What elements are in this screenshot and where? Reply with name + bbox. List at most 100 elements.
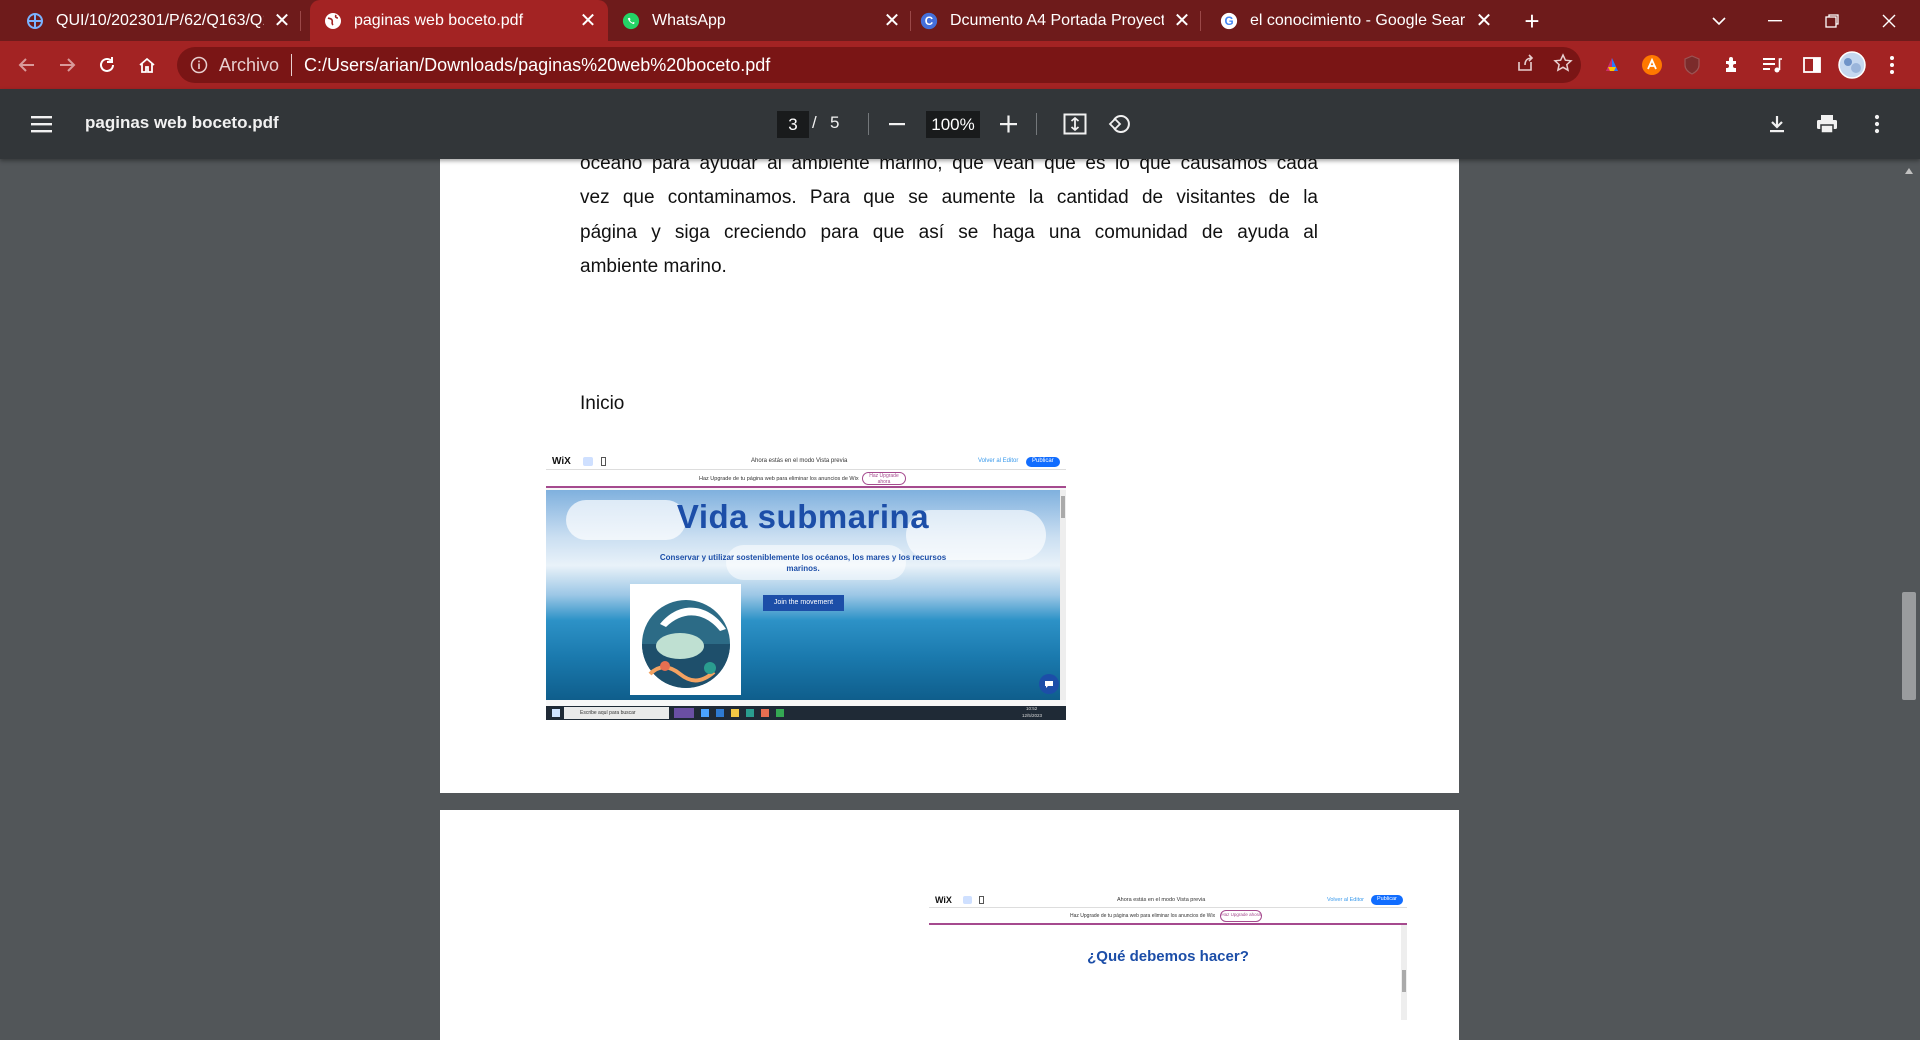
taskbar-app-icon	[674, 708, 694, 718]
close-tab-icon[interactable]: ✕	[1472, 9, 1496, 33]
taskbar-app-icon	[746, 709, 754, 717]
pdf-title: paginas web boceto.pdf	[85, 113, 279, 132]
zoom-out-button[interactable]	[884, 110, 912, 138]
taskbar-app-icon	[701, 709, 709, 717]
tab-whatsapp[interactable]: WhatsApp ✕	[620, 0, 911, 41]
paragraph-line: página y siga creciendo para que así se …	[580, 222, 1318, 243]
close-tab-icon[interactable]: ✕	[1170, 9, 1194, 33]
viewer-scrollbar[interactable]	[1898, 159, 1920, 1020]
toolbar-divider	[868, 113, 869, 135]
star-icon[interactable]	[1553, 53, 1573, 78]
mobile-view-icon	[601, 457, 606, 466]
taskbar-app-icon	[731, 709, 739, 717]
close-tab-icon[interactable]: ✕	[270, 9, 294, 33]
wix-preview-screenshot: WiX Ahora estás en el modo Vista previa …	[546, 454, 1066, 720]
scroll-up-arrow-icon[interactable]	[1903, 163, 1915, 174]
canva-icon: C	[920, 12, 938, 30]
pdf-toolbar: paginas web boceto.pdf 3 / 5 100%	[0, 89, 1920, 159]
windows-start-icon	[552, 709, 560, 717]
reload-button[interactable]	[91, 49, 123, 81]
zoom-input[interactable]: 100%	[926, 111, 980, 138]
close-tab-icon[interactable]: ✕	[880, 9, 904, 33]
page-number-input[interactable]: 3	[777, 111, 809, 138]
hamburger-menu-icon[interactable]	[28, 111, 56, 137]
close-window-button[interactable]	[1862, 0, 1916, 41]
upgrade-message: Haz Upgrade de tu página web para elimin…	[699, 476, 859, 482]
taskbar-app-icon	[761, 709, 769, 717]
svg-text:C: C	[925, 15, 934, 28]
paragraph-line: vez que contaminamos. Para que se aument…	[580, 187, 1318, 208]
minimize-button[interactable]	[1748, 0, 1802, 41]
restore-button[interactable]	[1805, 0, 1859, 41]
tab-qui[interactable]: QUI/10/202301/P/62/Q163/Q163 ✕	[16, 0, 301, 41]
publish-button: Publicar	[1371, 895, 1403, 905]
wix-preview-screenshot-2: WiX Ahora estás en el modo Vista previa …	[929, 893, 1407, 1020]
rotate-icon[interactable]	[1106, 110, 1134, 138]
windows-taskbar: Escribe aquí para buscar 10:52 12/5/2023	[546, 706, 1066, 720]
upgrade-button: Haz Upgrade ahora	[862, 472, 906, 485]
tab-search-icon[interactable]	[1692, 0, 1746, 41]
hero-subtitle: Conservar y utilizar sosteniblemente los…	[659, 553, 947, 573]
tab-title: QUI/10/202301/P/62/Q163/Q163	[56, 11, 264, 29]
chrome-menu-icon[interactable]	[1880, 53, 1904, 77]
file-chip: Archivo	[219, 54, 280, 75]
url-text[interactable]: C:/Users/arian/Downloads/paginas%20web%2…	[304, 55, 770, 76]
upgrade-banner: Haz Upgrade de tu página web para elimin…	[546, 470, 1066, 488]
svg-text:G: G	[1224, 15, 1233, 28]
new-tab-button[interactable]: +	[1516, 6, 1548, 36]
media-control-icon[interactable]	[1760, 53, 1784, 77]
close-tab-icon[interactable]: ✕	[576, 9, 600, 33]
back-button[interactable]	[11, 49, 43, 81]
wix-logo: WiX	[552, 456, 571, 467]
globe-icon	[324, 12, 342, 30]
zoom-in-button[interactable]	[995, 110, 1023, 138]
taskbar-search-text: Escribe aquí para buscar	[580, 710, 636, 716]
info-icon[interactable]	[189, 55, 209, 75]
side-panel-icon[interactable]	[1800, 53, 1824, 77]
join-movement-button: Join the movement	[763, 595, 844, 611]
chat-bubble-icon	[1039, 674, 1059, 694]
section-heading-inicio: Inicio	[580, 393, 625, 414]
generic-site-icon	[26, 12, 44, 30]
tab-canva[interactable]: C Dcumento A4 Portada Proyecto E ✕	[918, 0, 1201, 41]
color-extension-icon[interactable]	[1600, 53, 1624, 77]
browser-toolbar: Archivo C:/Users/arian/Downloads/paginas…	[0, 41, 1920, 89]
whatsapp-icon	[622, 12, 640, 30]
section-heading: ¿Qué debemos hacer?	[1087, 948, 1249, 965]
fit-page-icon[interactable]	[1061, 110, 1089, 138]
shield-extension-icon[interactable]	[1680, 53, 1704, 77]
profile-avatar[interactable]	[1838, 51, 1866, 79]
home-button[interactable]	[131, 49, 163, 81]
tab-title: el conocimiento - Google Search	[1250, 11, 1466, 29]
preview-mode-text: Ahora estás en el modo Vista previa	[751, 458, 848, 464]
preview-scrollbar	[1060, 490, 1066, 700]
print-icon[interactable]	[1813, 110, 1841, 138]
tab-paginas-pdf[interactable]: paginas web boceto.pdf ✕	[310, 0, 608, 41]
tray-time: 10:52	[1026, 706, 1038, 711]
share-icon[interactable]	[1515, 53, 1535, 78]
tab-title: WhatsApp	[652, 11, 726, 29]
wix-top-bar: WiX Ahora estás en el modo Vista previa …	[546, 454, 1066, 470]
whale-illustration-icon	[642, 600, 730, 688]
more-options-icon[interactable]	[1863, 110, 1891, 138]
page-total: 5	[830, 113, 840, 132]
tab-google[interactable]: G el conocimiento - Google Search ✕	[1218, 0, 1502, 41]
upgrade-button: Haz Upgrade ahora	[1220, 910, 1262, 922]
wix-top-bar: WiX Ahora estás en el modo Vista previa …	[929, 893, 1407, 908]
wix-logo: WiX	[935, 895, 952, 905]
desktop-view-icon	[583, 457, 593, 466]
tab-title: paginas web boceto.pdf	[354, 11, 524, 29]
download-icon[interactable]	[1763, 110, 1791, 138]
puzzle-extensions-icon[interactable]	[1720, 53, 1744, 77]
tab-title: Dcumento A4 Portada Proyecto E	[950, 11, 1164, 29]
upgrade-message: Haz Upgrade de tu página web para elimin…	[1070, 913, 1216, 919]
viewer-scrollbar-thumb[interactable]	[1902, 592, 1916, 700]
hero-title: Vida submarina	[676, 498, 930, 535]
address-bar[interactable]: Archivo C:/Users/arian/Downloads/paginas…	[177, 47, 1581, 83]
page-separator: /	[812, 113, 817, 132]
avast-extension-icon[interactable]	[1640, 53, 1664, 77]
upgrade-banner: Haz Upgrade de tu página web para elimin…	[929, 908, 1407, 925]
forward-button[interactable]	[51, 49, 83, 81]
back-to-editor-link: Volver al Editor	[978, 458, 1019, 464]
back-to-editor-link: Volver al Editor	[1327, 897, 1364, 903]
